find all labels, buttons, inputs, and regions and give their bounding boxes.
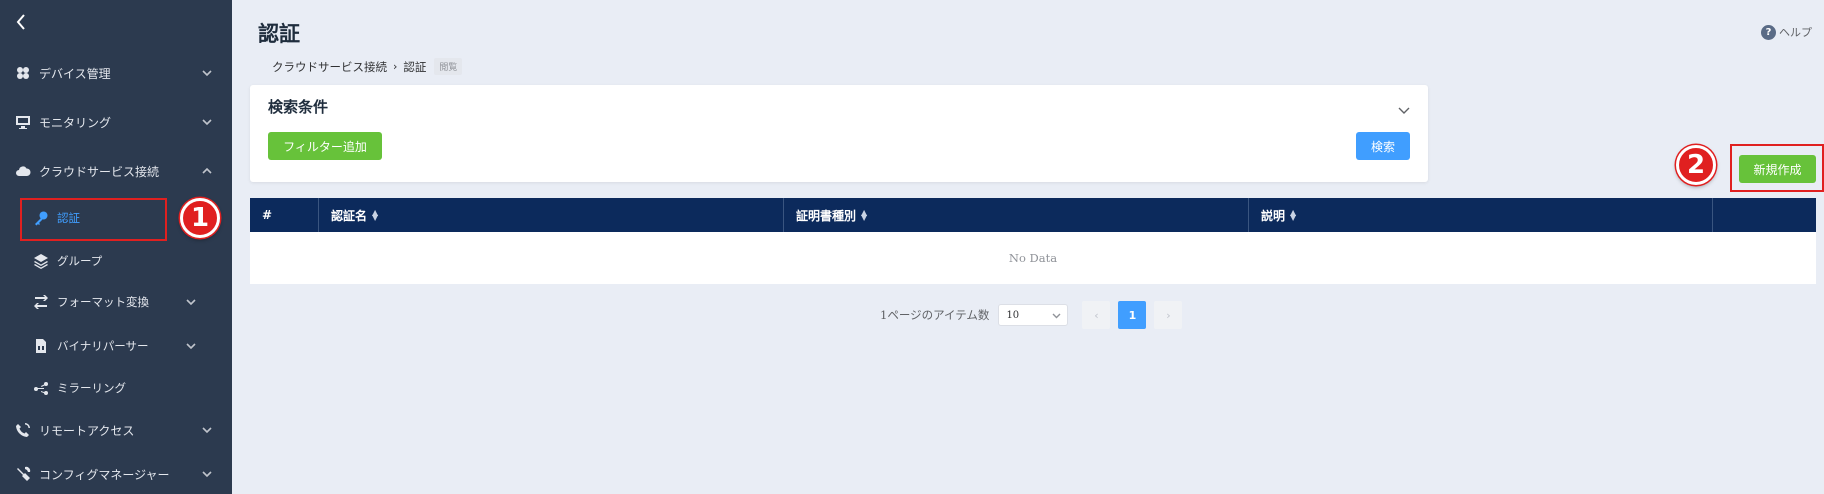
next-page-button[interactable]: › xyxy=(1154,301,1183,329)
page-title: 認証 xyxy=(258,21,300,46)
table-header: # 認証名 ▲ ▼ 証明書種別 ▲ ▼ 説明 ▲ ▼ xyxy=(250,198,1816,232)
chevron-up-icon xyxy=(202,165,212,175)
share-icon xyxy=(32,379,50,397)
chevron-down-icon xyxy=(202,116,212,126)
pagination: 1ページのアイテム数 10 ‹ 1 › xyxy=(880,301,1183,329)
sidebar-item-label: バイナリパーサー xyxy=(57,339,149,353)
convert-icon xyxy=(32,293,50,311)
table-empty-text: No Data xyxy=(1008,251,1058,265)
items-per-page-label: 1ページのアイテム数 xyxy=(880,308,990,322)
sidebar-item-label: デバイス管理 xyxy=(39,66,111,81)
sidebar-item-label: フォーマット変換 xyxy=(57,295,149,309)
column-header-description[interactable]: 説明 ▲ ▼ xyxy=(1249,198,1713,232)
chevron-down-icon xyxy=(202,468,212,478)
page-size-select[interactable]: 10 xyxy=(998,304,1069,326)
chevron-down-icon xyxy=(186,296,196,306)
auth-table: # 認証名 ▲ ▼ 証明書種別 ▲ ▼ 説明 ▲ ▼ No Data xyxy=(250,198,1816,284)
devices-icon xyxy=(14,64,32,82)
sidebar-item-cloud[interactable]: クラウドサービス接続 xyxy=(0,153,232,189)
sidebar-item-devices[interactable]: デバイス管理 xyxy=(0,55,232,91)
view-mode-tag: 閲覧 xyxy=(434,58,463,75)
help-label: ヘルプ xyxy=(1779,26,1812,39)
sidebar-item-monitoring[interactable]: モニタリング xyxy=(0,104,232,140)
chevron-down-icon[interactable] xyxy=(1398,101,1410,114)
column-header-auth-name[interactable]: 認証名 ▲ ▼ xyxy=(319,198,784,232)
sort-icon[interactable]: ▲ ▼ xyxy=(1290,209,1296,222)
sidebar-item-remote-access[interactable]: リモートアクセス xyxy=(0,412,232,448)
column-header-actions xyxy=(1713,198,1816,232)
prev-page-button[interactable]: ‹ xyxy=(1082,301,1111,329)
column-header-cert-type[interactable]: 証明書種別 ▲ ▼ xyxy=(784,198,1249,232)
help-icon: ? xyxy=(1761,24,1776,40)
cloud-icon xyxy=(14,162,32,180)
sidebar-item-format-convert[interactable]: フォーマット変換 xyxy=(0,284,232,320)
breadcrumb-item-cloud[interactable]: クラウドサービス接続 xyxy=(272,59,387,75)
chevron-down-icon xyxy=(1052,311,1061,320)
monitor-icon xyxy=(14,113,32,131)
search-conditions-title: 検索条件 xyxy=(268,98,329,116)
sort-icon[interactable]: ▲ ▼ xyxy=(372,209,378,222)
sidebar: デバイス管理 モニタリング クラウドサービス接続 認証 グループ フォーマット変… xyxy=(0,0,232,494)
sidebar-item-label: モニタリング xyxy=(39,115,112,130)
sidebar-item-label: グループ xyxy=(57,254,103,268)
create-new-button[interactable]: 新規作成 xyxy=(1739,155,1816,183)
breadcrumb-item-auth: 認証 xyxy=(403,59,427,74)
chevron-down-icon xyxy=(202,67,212,77)
sidebar-item-config-manager[interactable]: コンフィグマネージャー xyxy=(0,456,232,492)
sidebar-item-label: クラウドサービス接続 xyxy=(39,164,160,179)
sidebar-item-binary-parser[interactable]: バイナリパーサー xyxy=(0,328,232,364)
annotation-badge-2: 2 xyxy=(1676,145,1716,185)
chevron-down-icon xyxy=(202,424,212,434)
chevron-down-icon xyxy=(186,340,196,350)
add-filter-button[interactable]: フィルター追加 xyxy=(268,132,382,160)
page-number-button[interactable]: 1 xyxy=(1118,301,1147,329)
layers-icon xyxy=(32,252,50,270)
remote-icon xyxy=(14,421,32,439)
search-conditions-card: 検索条件 フィルター追加 検索 xyxy=(250,85,1428,182)
search-button[interactable]: 検索 xyxy=(1356,132,1410,160)
chevron-right-icon: › xyxy=(393,60,398,73)
tools-icon xyxy=(14,465,32,483)
collapse-sidebar-icon[interactable] xyxy=(14,12,34,34)
annotation-badge-1: 1 xyxy=(180,198,220,238)
column-header-index: # xyxy=(250,198,319,232)
breadcrumb: クラウドサービス接続 › 認証 閲覧 xyxy=(272,58,463,75)
help-link[interactable]: ? ヘルプ xyxy=(1761,24,1812,40)
file-icon xyxy=(32,337,50,355)
sidebar-item-group[interactable]: グループ xyxy=(0,243,232,279)
sort-icon[interactable]: ▲ ▼ xyxy=(861,209,867,222)
sidebar-item-label: ミラーリング xyxy=(57,381,126,395)
sidebar-item-mirroring[interactable]: ミラーリング xyxy=(0,370,232,406)
sidebar-item-label: コンフィグマネージャー xyxy=(39,467,170,482)
annotation-highlight-auth xyxy=(20,198,167,241)
sidebar-item-label: リモートアクセス xyxy=(39,423,135,438)
